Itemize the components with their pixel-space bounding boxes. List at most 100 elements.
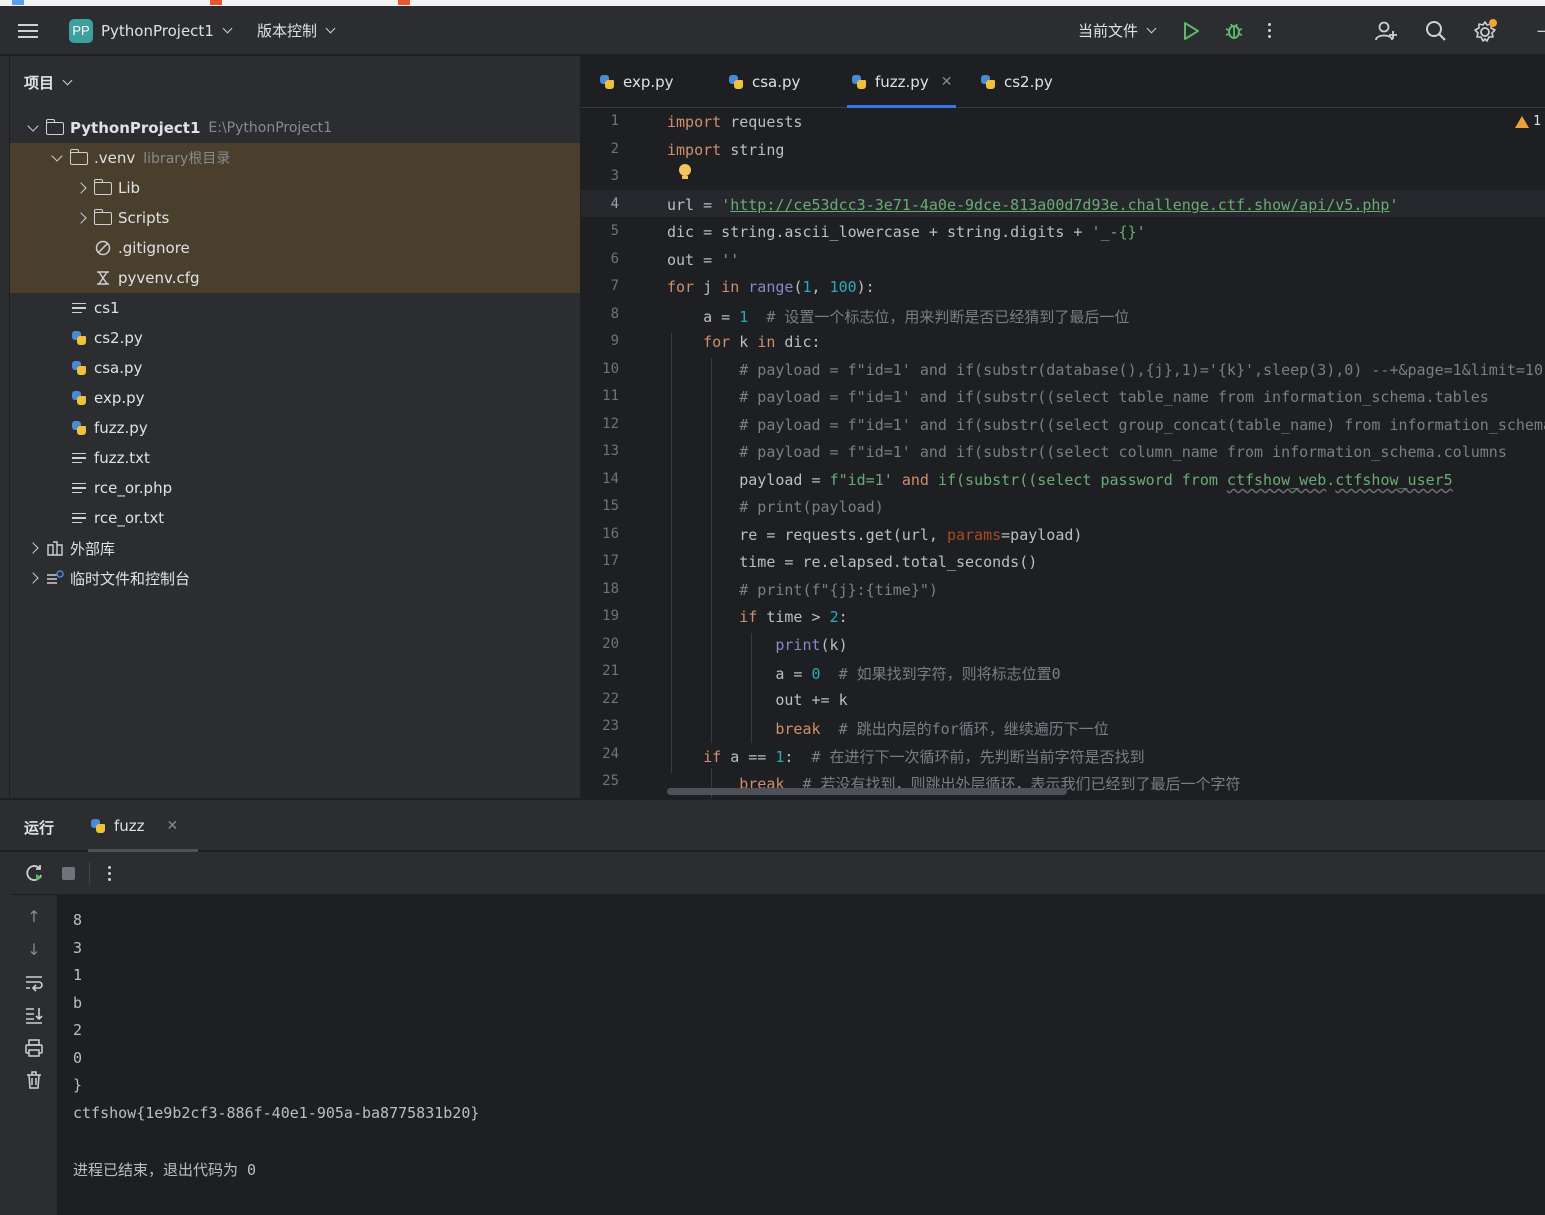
lightbulb-icon[interactable] [679, 164, 691, 180]
close-icon[interactable]: ✕ [941, 74, 953, 90]
tree-item-venv[interactable]: .venv library根目录 [10, 143, 580, 173]
line-number: 14 [602, 471, 619, 487]
code-line: out = '' [667, 251, 740, 269]
tree-item-gitignore[interactable]: .gitignore [10, 233, 580, 263]
horizontal-scrollbar[interactable] [667, 788, 1067, 795]
tree-item-label: pyvenv.cfg [118, 269, 200, 287]
inspection-warning-indicator[interactable]: 1 [1515, 114, 1541, 129]
run-tab-fuzz[interactable]: fuzz ✕ [87, 800, 199, 852]
code-line: import requests [667, 113, 803, 131]
line-number: 4 [610, 196, 619, 212]
tree-item-label: PythonProject1 [70, 119, 201, 137]
tree-item-label: fuzz.txt [94, 449, 150, 467]
arrow-down-icon[interactable]: ↓ [24, 940, 44, 960]
console-output[interactable]: ɔ 8 3 1 b 2 0 } ctfshow{1e9b2cf3-886f-40… [59, 895, 1545, 1215]
tree-item-label: .gitignore [118, 239, 190, 257]
code-line: # print(payload) [667, 498, 884, 516]
tab-label: exp.py [623, 73, 674, 91]
tree-item-pyvenv-cfg[interactable]: pyvenv.cfg [10, 263, 580, 293]
text-file-icon [70, 480, 88, 496]
more-vertical-icon [107, 865, 111, 881]
settings-button[interactable] [1473, 6, 1499, 55]
print-button[interactable] [24, 1038, 44, 1058]
chevron-down-icon [26, 121, 40, 135]
folder-icon [45, 118, 64, 136]
python-file-icon [70, 330, 88, 346]
debug-button[interactable] [1223, 6, 1245, 55]
line-number: 1 [610, 113, 619, 129]
line-number: 8 [610, 306, 619, 322]
scratches-icon [46, 570, 64, 586]
add-user-button[interactable] [1374, 6, 1398, 55]
minimize-button[interactable]: − [1536, 6, 1545, 55]
project-badge: PP [69, 18, 93, 43]
line-number: 3 [610, 168, 619, 184]
tree-item-lib[interactable]: Lib [10, 173, 580, 203]
code-line: dic = string.ascii_lowercase + string.di… [667, 223, 1146, 241]
tree-item-label: 外部库 [70, 539, 116, 558]
run-side-toolbar: ↑ ↓ [10, 895, 58, 1215]
code-line: # payload = f"id=1' and if(substr((selec… [667, 443, 1507, 461]
run-more-button[interactable] [98, 862, 120, 884]
tab-exp-py[interactable]: exp.py [599, 56, 674, 108]
scroll-to-end-button[interactable] [24, 1005, 44, 1025]
code-line: if a == 1: # 在进行下一次循环前，先判断当前字符是否找到 [703, 748, 1145, 766]
tab-csa-py[interactable]: csa.py [728, 56, 800, 108]
arrow-up-icon[interactable]: ↑ [24, 907, 44, 927]
tree-item-fuzz-txt[interactable]: fuzz.txt [10, 443, 580, 473]
console-line: b [73, 994, 83, 1012]
close-icon[interactable]: ✕ [167, 818, 179, 834]
python-file-icon [70, 390, 88, 406]
run-button[interactable] [1180, 6, 1202, 55]
code-line: break # 跳出内层的for循环，继续遍历下一位 [775, 720, 1109, 738]
tree-item-rce-or-php[interactable]: rce_or.php [10, 473, 580, 503]
stop-button[interactable] [57, 862, 79, 884]
tree-item-label: cs2.py [94, 329, 143, 347]
code-line: a = 0 # 如果找到字符，则将标志位置0 [667, 665, 1061, 683]
code-line: out += k [667, 691, 848, 709]
tree-item-cs2-py[interactable]: cs2.py [10, 323, 580, 353]
tree-item-cs1[interactable]: cs1 [10, 293, 580, 323]
tab-cs2-py[interactable]: cs2.py [980, 56, 1053, 108]
tree-item-exp-py[interactable]: exp.py [10, 383, 580, 413]
line-number: 25 [602, 773, 619, 789]
chevron-right-icon [74, 181, 88, 195]
tree-item-external-libraries[interactable]: 外部库 [10, 533, 580, 563]
run-config-label: 当前文件 [1078, 22, 1139, 40]
clear-console-button[interactable] [24, 1070, 44, 1090]
tree-item-scratches[interactable]: 临时文件和控制台 [10, 563, 580, 593]
rerun-button[interactable] [24, 862, 46, 884]
tree-item-hint: library根目录 [143, 151, 231, 167]
tree-item-csa-py[interactable]: csa.py [10, 353, 580, 383]
console-line: 0 [73, 1049, 83, 1067]
tree-item-label: rce_or.txt [94, 509, 165, 527]
main-menu-button[interactable] [18, 6, 48, 55]
project-switcher[interactable]: PP PythonProject1 [69, 6, 233, 55]
python-file-icon [728, 74, 744, 90]
more-actions-button[interactable] [1268, 6, 1271, 55]
tree-item-label: Lib [118, 179, 141, 197]
tree-item-scripts[interactable]: Scripts [10, 203, 580, 233]
tree-item-fuzz-py[interactable]: fuzz.py [10, 413, 580, 443]
vcs-menu[interactable]: 版本控制 [257, 6, 336, 55]
project-name: PythonProject1 [101, 21, 214, 40]
chevron-right-icon [74, 211, 88, 225]
search-button[interactable] [1424, 6, 1448, 55]
tab-fuzz-py[interactable]: fuzz.py ✕ [846, 56, 957, 108]
url-string[interactable]: http://ce53dcc3-3e71-4a0e-9dce-813a00d7d… [730, 196, 1389, 214]
tree-item-rce-or-txt[interactable]: rce_or.txt [10, 503, 580, 533]
line-number: 11 [602, 388, 619, 404]
code-line: payload = f"id=1' and if(substr((select … [667, 471, 1453, 489]
python-file-icon [90, 818, 106, 834]
rerun-icon [26, 865, 42, 881]
project-panel-header[interactable]: 项目 [24, 72, 73, 93]
tree-item-project-root[interactable]: PythonProject1 E:\PythonProject1 [10, 113, 580, 143]
soft-wrap-button[interactable] [24, 973, 44, 993]
code-line: re = requests.get(url, params=payload) [667, 526, 1083, 544]
tree-item-label: rce_or.php [94, 479, 173, 497]
code-editor[interactable]: 1 2 3 4 5 6 7 8 9 10 11 12 13 14 15 16 1… [581, 108, 1545, 798]
line-number: 2 [610, 141, 619, 157]
chevron-down-icon [222, 23, 233, 33]
soft-wrap-icon [26, 976, 43, 992]
run-config-selector[interactable]: 当前文件 [1078, 6, 1157, 55]
